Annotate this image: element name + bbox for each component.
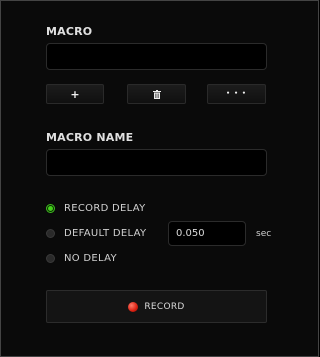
record-delay-radio[interactable] [46, 204, 55, 213]
record-label: RECORD [144, 301, 185, 312]
delete-macro-button[interactable] [127, 84, 186, 104]
default-delay-input[interactable] [168, 221, 246, 246]
plus-icon: + [70, 87, 80, 101]
default-delay-option[interactable]: DEFAULT DELAY [46, 228, 146, 239]
macro-name-title: MACRO NAME [46, 131, 134, 144]
no-delay-label: NO DELAY [64, 253, 117, 264]
record-delay-option[interactable]: RECORD DELAY [46, 203, 146, 214]
more-options-button[interactable]: • • • [207, 84, 266, 104]
default-delay-label: DEFAULT DELAY [64, 228, 147, 239]
macro-panel: MACRO + • • • MACRO NAME RECORD DELAY DE… [0, 0, 319, 357]
macro-section-title: MACRO [46, 25, 93, 38]
record-icon [128, 301, 139, 312]
add-macro-button[interactable]: + [46, 84, 104, 104]
macro-name-input[interactable] [46, 149, 267, 176]
no-delay-option[interactable]: NO DELAY [46, 253, 117, 264]
macro-select-field[interactable] [46, 43, 267, 70]
delay-unit-label: sec [256, 229, 272, 239]
ellipsis-icon: • • • [226, 90, 247, 97]
record-button[interactable]: RECORD [46, 290, 267, 323]
record-delay-label: RECORD DELAY [64, 203, 146, 214]
trash-icon [152, 89, 161, 99]
default-delay-radio[interactable] [46, 229, 55, 238]
no-delay-radio[interactable] [46, 254, 55, 263]
